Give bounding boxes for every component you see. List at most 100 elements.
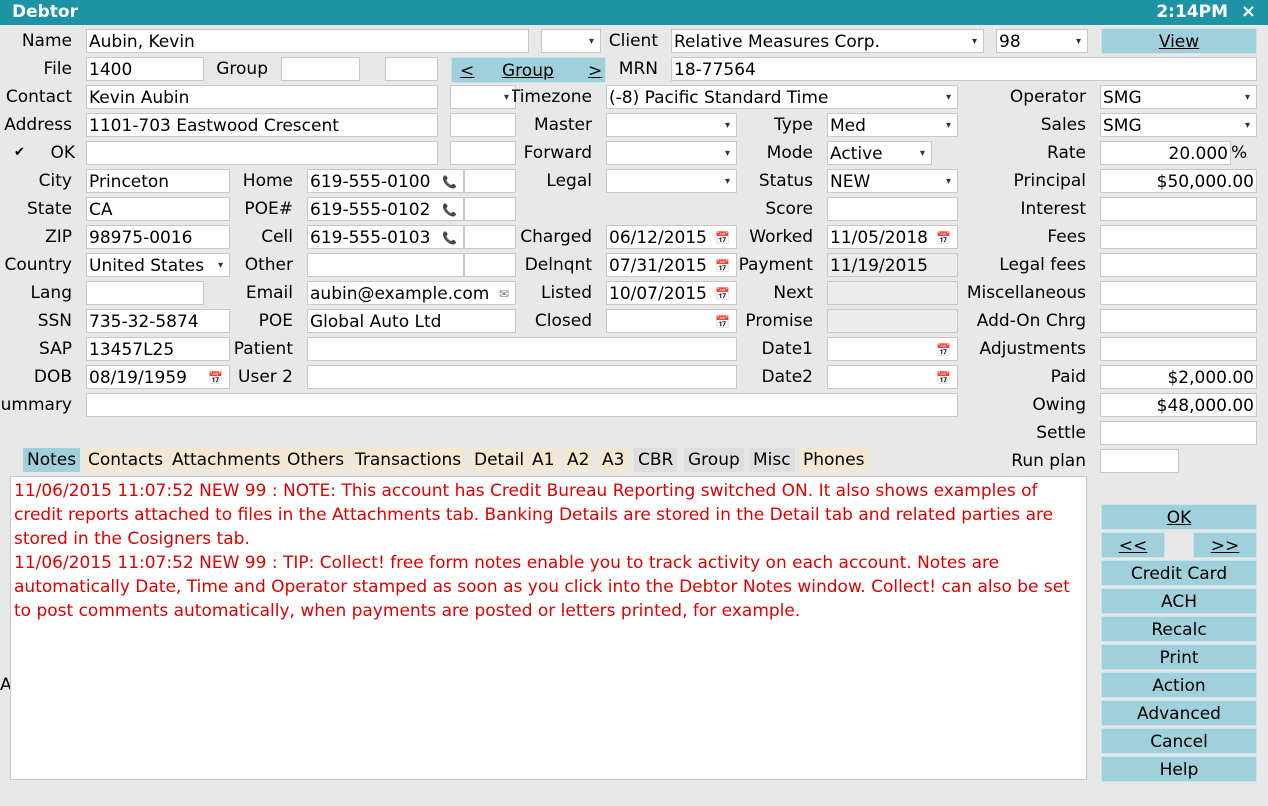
home-phone-field[interactable]: 619-555-0100 📞 bbox=[307, 169, 464, 193]
timezone-select[interactable]: (-8) Pacific Standard Time ▾ bbox=[606, 85, 958, 109]
recalc-button[interactable]: Recalc bbox=[1101, 616, 1257, 642]
tab-phones[interactable]: Phones bbox=[799, 448, 869, 472]
phone-icon[interactable]: 📞 bbox=[442, 198, 457, 220]
tab-detail[interactable]: Detail bbox=[470, 448, 529, 472]
client-number-select[interactable]: 98 ▾ bbox=[996, 29, 1088, 53]
group-prev-button[interactable]: < bbox=[460, 58, 474, 84]
delnqnt-field[interactable]: 07/31/2015 📅 bbox=[606, 253, 737, 277]
summary-field[interactable] bbox=[86, 393, 958, 417]
calendar-icon[interactable]: 📅 bbox=[936, 226, 951, 248]
calendar-icon[interactable]: 📅 bbox=[715, 310, 730, 332]
sap-field[interactable]: 13457L25 bbox=[86, 337, 230, 361]
poe-ext-field[interactable] bbox=[464, 197, 516, 221]
run-plan-field[interactable] bbox=[1100, 449, 1179, 473]
file-field[interactable]: 1400 bbox=[86, 57, 204, 81]
lang-field[interactable] bbox=[86, 281, 204, 305]
close-icon[interactable]: × bbox=[1241, 1, 1256, 22]
principal-field[interactable]: $50,000.00 bbox=[1100, 169, 1257, 193]
next-record-button[interactable]: >> bbox=[1193, 532, 1257, 558]
action-button[interactable]: Action bbox=[1101, 672, 1257, 698]
prev-record-button[interactable]: << bbox=[1101, 532, 1165, 558]
address-field[interactable]: 1101-703 Eastwood Crescent bbox=[86, 113, 438, 137]
city-field[interactable]: Princeton bbox=[86, 169, 230, 193]
mail-icon[interactable]: ✉ bbox=[499, 282, 509, 304]
state-field[interactable]: CA bbox=[86, 197, 230, 221]
ok-button[interactable]: OK bbox=[1101, 504, 1257, 530]
cell-ext-field[interactable] bbox=[464, 225, 516, 249]
master-select[interactable]: ▾ bbox=[606, 113, 737, 137]
credit-card-button[interactable]: Credit Card bbox=[1101, 560, 1257, 586]
calendar-icon[interactable]: 📅 bbox=[715, 254, 730, 276]
mode-select[interactable]: Active ▾ bbox=[827, 141, 932, 165]
other-ext-field[interactable] bbox=[464, 253, 516, 277]
client-select[interactable]: Relative Measures Corp. ▾ bbox=[671, 29, 984, 53]
address2-extra-field[interactable] bbox=[450, 141, 516, 165]
calendar-icon[interactable]: 📅 bbox=[715, 226, 730, 248]
owing-field[interactable]: $48,000.00 bbox=[1100, 393, 1257, 417]
name-suffix-select[interactable]: ▾ bbox=[541, 29, 601, 53]
mrn-field[interactable]: 18-77564 bbox=[671, 57, 1257, 81]
user2-field[interactable] bbox=[307, 365, 737, 389]
paid-field[interactable]: $2,000.00 bbox=[1100, 365, 1257, 389]
home-ext-field[interactable] bbox=[464, 169, 516, 193]
poe-field[interactable]: Global Auto Ltd bbox=[307, 309, 516, 333]
tab-notes[interactable]: Notes bbox=[23, 448, 81, 472]
tab-misc[interactable]: Misc bbox=[749, 448, 795, 472]
group-next-button[interactable]: > bbox=[588, 58, 602, 84]
status-select[interactable]: NEW ▾ bbox=[827, 169, 958, 193]
advanced-button[interactable]: Advanced bbox=[1101, 700, 1257, 726]
ok-checkbox[interactable]: ✔ bbox=[14, 146, 28, 160]
forward-select[interactable]: ▾ bbox=[606, 141, 737, 165]
calendar-icon[interactable]: 📅 bbox=[715, 282, 730, 304]
phone-icon[interactable]: 📞 bbox=[442, 226, 457, 248]
calendar-icon[interactable]: 📅 bbox=[936, 338, 951, 360]
other-phone-field[interactable] bbox=[307, 253, 464, 277]
cancel-button[interactable]: Cancel bbox=[1101, 728, 1257, 754]
sales-select[interactable]: SMG ▾ bbox=[1100, 113, 1257, 137]
phone-icon[interactable]: 📞 bbox=[442, 170, 457, 192]
fees-field[interactable] bbox=[1100, 225, 1257, 249]
cell-phone-field[interactable]: 619-555-0103 📞 bbox=[307, 225, 464, 249]
tab-a1[interactable]: A1 bbox=[528, 448, 559, 472]
tab-attachments[interactable]: Attachments bbox=[168, 448, 285, 472]
dob-field[interactable]: 08/19/1959 📅 bbox=[86, 365, 230, 389]
print-button[interactable]: Print bbox=[1101, 644, 1257, 670]
zip-field[interactable]: 98975-0016 bbox=[86, 225, 230, 249]
group-field[interactable] bbox=[281, 57, 360, 81]
type-select[interactable]: Med ▾ bbox=[827, 113, 958, 137]
adjustments-field[interactable] bbox=[1100, 337, 1257, 361]
address2-field[interactable] bbox=[86, 141, 438, 165]
address-extra-field[interactable] bbox=[450, 113, 516, 137]
tab-transactions[interactable]: Transactions bbox=[351, 448, 466, 472]
legal-fees-field[interactable] bbox=[1100, 253, 1257, 277]
interest-field[interactable] bbox=[1100, 197, 1257, 221]
contact-field[interactable]: Kevin Aubin bbox=[86, 85, 438, 109]
email-field[interactable]: aubin@example.com ✉ bbox=[307, 281, 516, 305]
addon-field[interactable] bbox=[1100, 309, 1257, 333]
tab-group[interactable]: Group bbox=[684, 448, 744, 472]
group-extra-field[interactable] bbox=[385, 57, 438, 81]
patient-field[interactable] bbox=[307, 337, 737, 361]
tab-a2[interactable]: A2 bbox=[563, 448, 594, 472]
calendar-icon[interactable]: 📅 bbox=[208, 366, 223, 388]
worked-field[interactable]: 11/05/2018 📅 bbox=[827, 225, 958, 249]
group-button-label[interactable]: Group bbox=[502, 58, 554, 84]
ssn-field[interactable]: 735-32-5874 bbox=[86, 309, 230, 333]
charged-field[interactable]: 06/12/2015 📅 bbox=[606, 225, 737, 249]
view-button[interactable]: View bbox=[1101, 28, 1257, 54]
tab-contacts[interactable]: Contacts bbox=[84, 448, 167, 472]
operator-select[interactable]: SMG ▾ bbox=[1100, 85, 1257, 109]
notes-area[interactable]: 11/06/2015 11:07:52 NEW 99 : NOTE: This … bbox=[10, 476, 1087, 780]
poe-phone-field[interactable]: 619-555-0102 📞 bbox=[307, 197, 464, 221]
rate-field[interactable]: 20.000 bbox=[1100, 141, 1231, 165]
help-button[interactable]: Help bbox=[1101, 756, 1257, 782]
tab-a3[interactable]: A3 bbox=[598, 448, 629, 472]
tab-cbr[interactable]: CBR bbox=[634, 448, 678, 472]
legal-select[interactable]: ▾ bbox=[606, 169, 737, 193]
misc-field[interactable] bbox=[1100, 281, 1257, 305]
name-field[interactable]: Aubin, Kevin bbox=[86, 29, 529, 53]
contact-type-select[interactable]: ▾ bbox=[450, 85, 516, 109]
date2-field[interactable]: 📅 bbox=[827, 365, 958, 389]
tab-others[interactable]: Others bbox=[283, 448, 349, 472]
score-field[interactable] bbox=[827, 197, 958, 221]
